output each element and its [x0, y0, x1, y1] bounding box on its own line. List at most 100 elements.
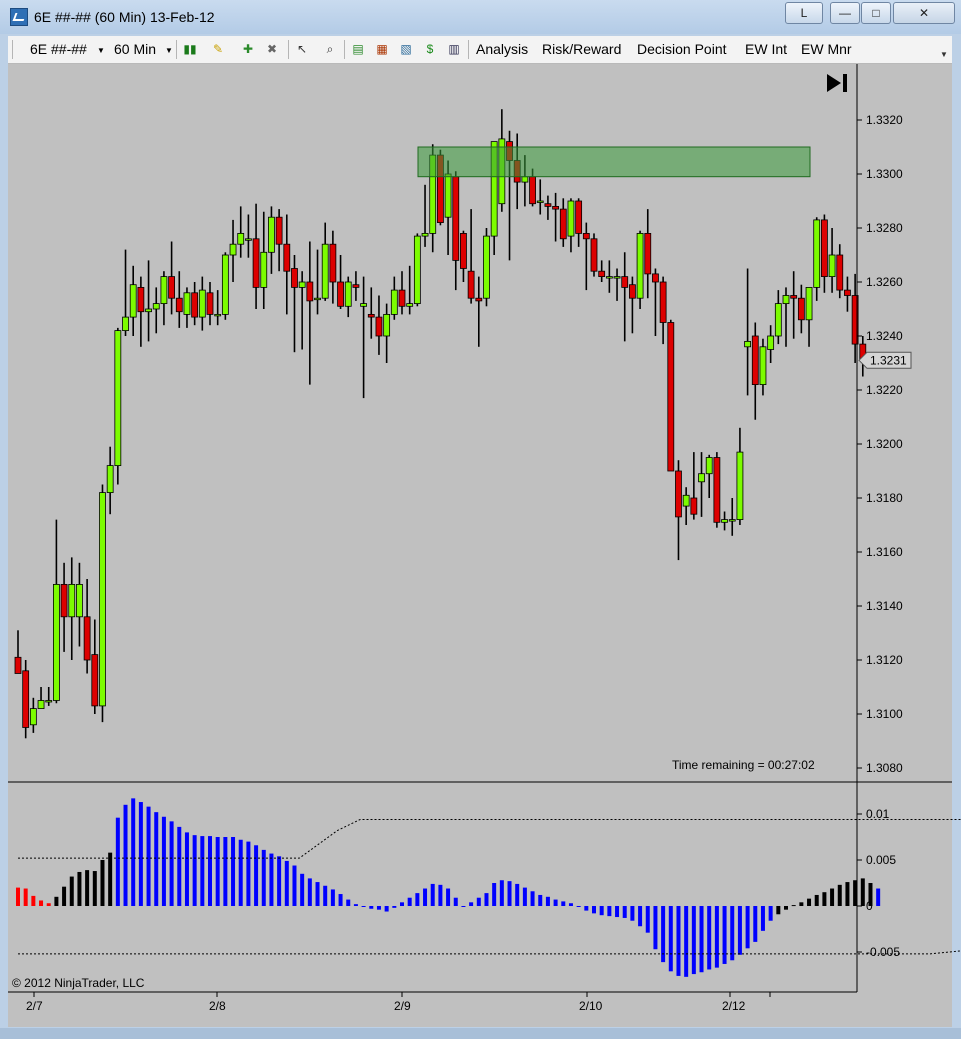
candle [721, 511, 728, 531]
candle [152, 287, 160, 334]
candle [68, 557, 76, 660]
down-candle-body [598, 270, 606, 278]
up-candle-body [682, 494, 690, 507]
candle [252, 203, 260, 309]
histogram-bar [707, 906, 712, 970]
histogram-bar [476, 897, 481, 906]
histogram-bar [615, 906, 620, 918]
up-candle-body [122, 316, 129, 332]
down-candle-body [475, 297, 483, 302]
histogram-bar [469, 902, 474, 906]
histogram-bar [799, 902, 804, 906]
down-candle-body [398, 289, 406, 307]
down-candle-body [713, 457, 721, 523]
candle [452, 171, 460, 291]
histogram-bar [807, 898, 812, 906]
histogram-bar [369, 906, 374, 909]
histogram-bar [630, 906, 635, 921]
histogram-bar [23, 888, 28, 906]
down-candle-body [797, 297, 805, 321]
copyright-label: © 2012 NinjaTrader, LLC [12, 976, 145, 990]
up-candle-body [244, 238, 252, 241]
histogram-bar [814, 894, 819, 906]
lower-band-line [18, 950, 961, 955]
up-candle-body [298, 281, 306, 288]
candle [175, 271, 183, 328]
candle [29, 697, 37, 733]
candle [613, 268, 621, 301]
histogram-bar [776, 906, 781, 915]
histogram-bar [62, 886, 67, 906]
down-candle-body [168, 276, 176, 299]
candle [544, 195, 552, 220]
down-candle-body [644, 232, 652, 275]
histogram-bar [453, 897, 458, 906]
up-candle-body [413, 235, 421, 305]
histogram-bar [837, 884, 842, 906]
histogram-bar [653, 906, 658, 950]
price-tick-label: 1.3180 [866, 491, 903, 505]
up-candle-body [221, 254, 229, 315]
histogram-bar [69, 876, 74, 906]
price-panel[interactable] [14, 109, 867, 739]
up-candle-body [114, 330, 122, 467]
histogram-bar [576, 906, 581, 907]
up-candle-body [383, 313, 391, 337]
down-candle-body [460, 232, 467, 269]
candle [483, 228, 490, 307]
candle [283, 214, 291, 315]
candle [536, 179, 544, 215]
up-candle-body [145, 308, 152, 313]
chart-axes: 1.3320 1.3300 1.3280 1.3260 1.3240 1.3220 1.32… [26, 113, 912, 1013]
histogram-bar [676, 906, 681, 976]
histogram-bar [737, 906, 742, 955]
histogram-bar [730, 906, 735, 961]
candle [367, 287, 375, 339]
histogram-bar [592, 906, 596, 914]
candle [552, 192, 559, 242]
candle [221, 252, 229, 320]
candle [774, 290, 782, 345]
candle [413, 233, 421, 307]
up-candle-body [29, 708, 37, 726]
histogram-bar [100, 860, 105, 906]
candle [344, 276, 352, 318]
candle [160, 271, 168, 326]
candle [360, 276, 368, 399]
down-candle-body [352, 284, 360, 288]
histogram-bar [353, 904, 358, 906]
up-candle-body [744, 340, 751, 348]
histogram-bar [161, 816, 166, 906]
up-candle-body [406, 303, 414, 307]
down-candle-body [790, 295, 798, 299]
up-candle-body [160, 276, 168, 305]
oscillator-panel[interactable] [16, 798, 961, 977]
histogram-bar [430, 883, 435, 906]
candle [398, 271, 406, 315]
candle [114, 327, 122, 485]
candle [45, 687, 53, 706]
histogram-bar [16, 887, 20, 906]
histogram-bar [684, 906, 689, 977]
skip-to-end-icon[interactable] [827, 74, 847, 92]
candle [567, 198, 575, 253]
up-candle-body [828, 254, 836, 278]
last-price-marker: 1.3231 [858, 351, 912, 369]
price-tick-label: 1.3220 [866, 383, 903, 397]
histogram-bar [400, 902, 404, 906]
up-candle-body [721, 519, 728, 523]
supply-zone[interactable] [417, 146, 811, 178]
candle [198, 276, 206, 331]
down-candle-body [191, 292, 199, 318]
histogram-bar [223, 837, 228, 906]
histogram-bar [492, 883, 497, 906]
histogram-bar [46, 903, 51, 906]
price-tick-label: 1.3200 [866, 437, 903, 451]
candle [60, 562, 68, 652]
histogram-bar [622, 906, 627, 918]
up-candle-body [198, 289, 206, 318]
histogram-bar [215, 837, 220, 906]
down-candle-body [137, 286, 145, 313]
candle [122, 249, 129, 336]
up-candle-body [444, 173, 452, 218]
